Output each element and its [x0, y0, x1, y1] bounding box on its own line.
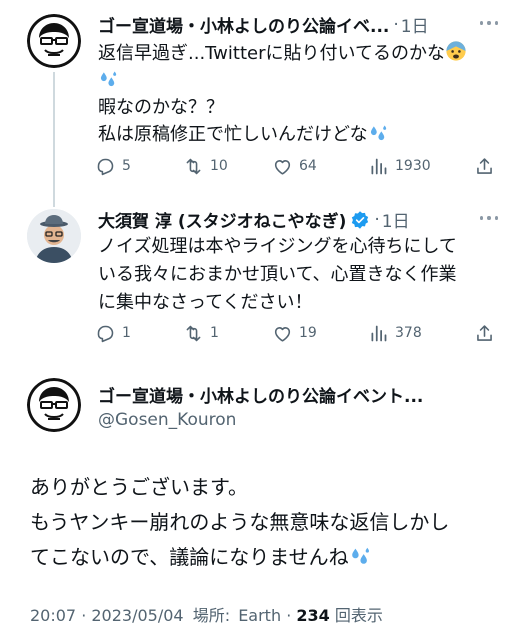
separator: · — [286, 606, 297, 625]
text-line: 暇なのかな？？ — [98, 97, 224, 118]
text-line: ノイズ処理は本やライジングを心待ちにして — [98, 236, 457, 257]
verified-icon — [352, 210, 369, 229]
tweet-time[interactable]: 20:07 — [30, 606, 76, 625]
separator: · — [81, 606, 92, 625]
view-count: 378 — [395, 325, 422, 341]
views-label: 回表示 — [334, 606, 383, 625]
like-icon — [272, 323, 293, 344]
reply-button[interactable]: 5 — [95, 156, 183, 177]
timestamp[interactable]: 1日 — [401, 12, 429, 37]
sweat-emoji-icon — [368, 123, 388, 143]
like-icon — [272, 156, 293, 177]
reply-button[interactable]: 1 — [95, 323, 183, 344]
action-bar: 1 1 19 378 — [95, 322, 505, 344]
retweet-icon — [183, 156, 204, 177]
views-button[interactable]: 1930 — [368, 156, 474, 177]
timestamp[interactable]: 1日 — [382, 207, 410, 232]
thread-line — [53, 72, 55, 202]
retweet-icon — [183, 323, 204, 344]
display-name[interactable]: ゴー宣道場・小林よしのり公論イベント... — [98, 382, 423, 407]
share-button[interactable] — [474, 156, 495, 177]
more-icon[interactable] — [478, 14, 500, 32]
like-count: 64 — [299, 158, 317, 174]
sweat-emoji-icon — [98, 69, 118, 89]
retweet-button[interactable]: 1 — [183, 323, 272, 344]
location-label: 場所: — [192, 606, 231, 625]
tweet-text: ノイズ処理は本やライジングを心待ちにして いる我々におまかせ頂いて、心置きなく作… — [98, 233, 457, 317]
reply-count: 5 — [122, 158, 131, 174]
reply-icon — [95, 323, 116, 344]
tweet-header: 大須賀 淳 (スタジオねこやなぎ) · 1日 — [98, 207, 478, 233]
display-name[interactable]: ゴー宣道場・小林よしのり公論イベ... — [98, 12, 389, 37]
text-line: 返信早過ぎ...Twitterに貼り付いてるのかな — [98, 43, 445, 64]
like-button[interactable]: 19 — [272, 323, 368, 344]
tweet-header: ゴー宣道場・小林よしのり公論イベ... · 1日 — [98, 12, 478, 38]
text-line: ありがとうございます。 — [30, 475, 248, 499]
reply-count: 1 — [122, 325, 131, 341]
like-button[interactable]: 64 — [272, 156, 368, 177]
retweet-button[interactable]: 10 — [183, 156, 272, 177]
retweet-count: 10 — [210, 158, 228, 174]
display-name[interactable]: 大須賀 淳 (スタジオねこやなぎ) — [98, 207, 346, 232]
location[interactable]: Earth — [238, 606, 281, 625]
text-line: 私は原稿修正で忙しいんだけどな — [98, 124, 368, 145]
tweet-footer: 20:07 · 2023/05/04 場所: Earth · 234 回表示 — [30, 602, 383, 626]
view-count: 1930 — [395, 158, 431, 174]
views-icon — [368, 156, 389, 177]
thread-line — [53, 195, 55, 207]
share-icon — [474, 323, 495, 344]
sweat-emoji-icon — [349, 545, 371, 567]
text-line: いる我々におまかせ頂いて、心置きなく作業 — [98, 264, 457, 285]
share-icon — [474, 156, 495, 177]
avatar-osuga[interactable] — [27, 209, 81, 263]
reply-icon — [95, 156, 116, 177]
avatar-gosen[interactable] — [27, 14, 81, 68]
separator: · — [374, 209, 380, 230]
separator: · — [393, 14, 399, 35]
tweet-date[interactable]: 2023/05/04 — [91, 606, 183, 625]
tweet-text: ありがとうございます。 もうヤンキー崩れのような無意味な返信しかし てこないので… — [30, 470, 449, 575]
reply-tweet-1[interactable]: ゴー宣道場・小林よしのり公論イベ... · 1日 返信早過ぎ...Twitter… — [0, 0, 525, 202]
avatar-gosen[interactable] — [27, 378, 81, 432]
views-button[interactable]: 378 — [368, 323, 474, 344]
action-bar: 5 10 64 1930 — [95, 155, 505, 177]
fearful-emoji-icon — [445, 40, 467, 62]
like-count: 19 — [299, 325, 317, 341]
views-count: 234 — [296, 606, 330, 625]
text-line: に集中なさってください！ — [98, 292, 313, 313]
text-line: てこないので、議論になりませんね — [30, 545, 349, 569]
more-icon[interactable] — [478, 209, 500, 227]
tweet-text: 返信早過ぎ...Twitterに貼り付いてるのかな 暇なのかな？？ 私は原稿修正… — [98, 40, 467, 148]
share-button[interactable] — [474, 323, 495, 344]
tweet-header: ゴー宣道場・小林よしのり公論イベント... — [98, 382, 498, 407]
views-icon — [368, 323, 389, 344]
text-line: もうヤンキー崩れのような無意味な返信しかし — [30, 510, 450, 534]
retweet-count: 1 — [210, 325, 219, 341]
reply-tweet-2[interactable]: 大須賀 淳 (スタジオねこやなぎ) · 1日 ノイズ処理は本やライジングを心待ち… — [0, 195, 525, 370]
user-handle[interactable]: @Gosen_Kouron — [98, 410, 236, 430]
